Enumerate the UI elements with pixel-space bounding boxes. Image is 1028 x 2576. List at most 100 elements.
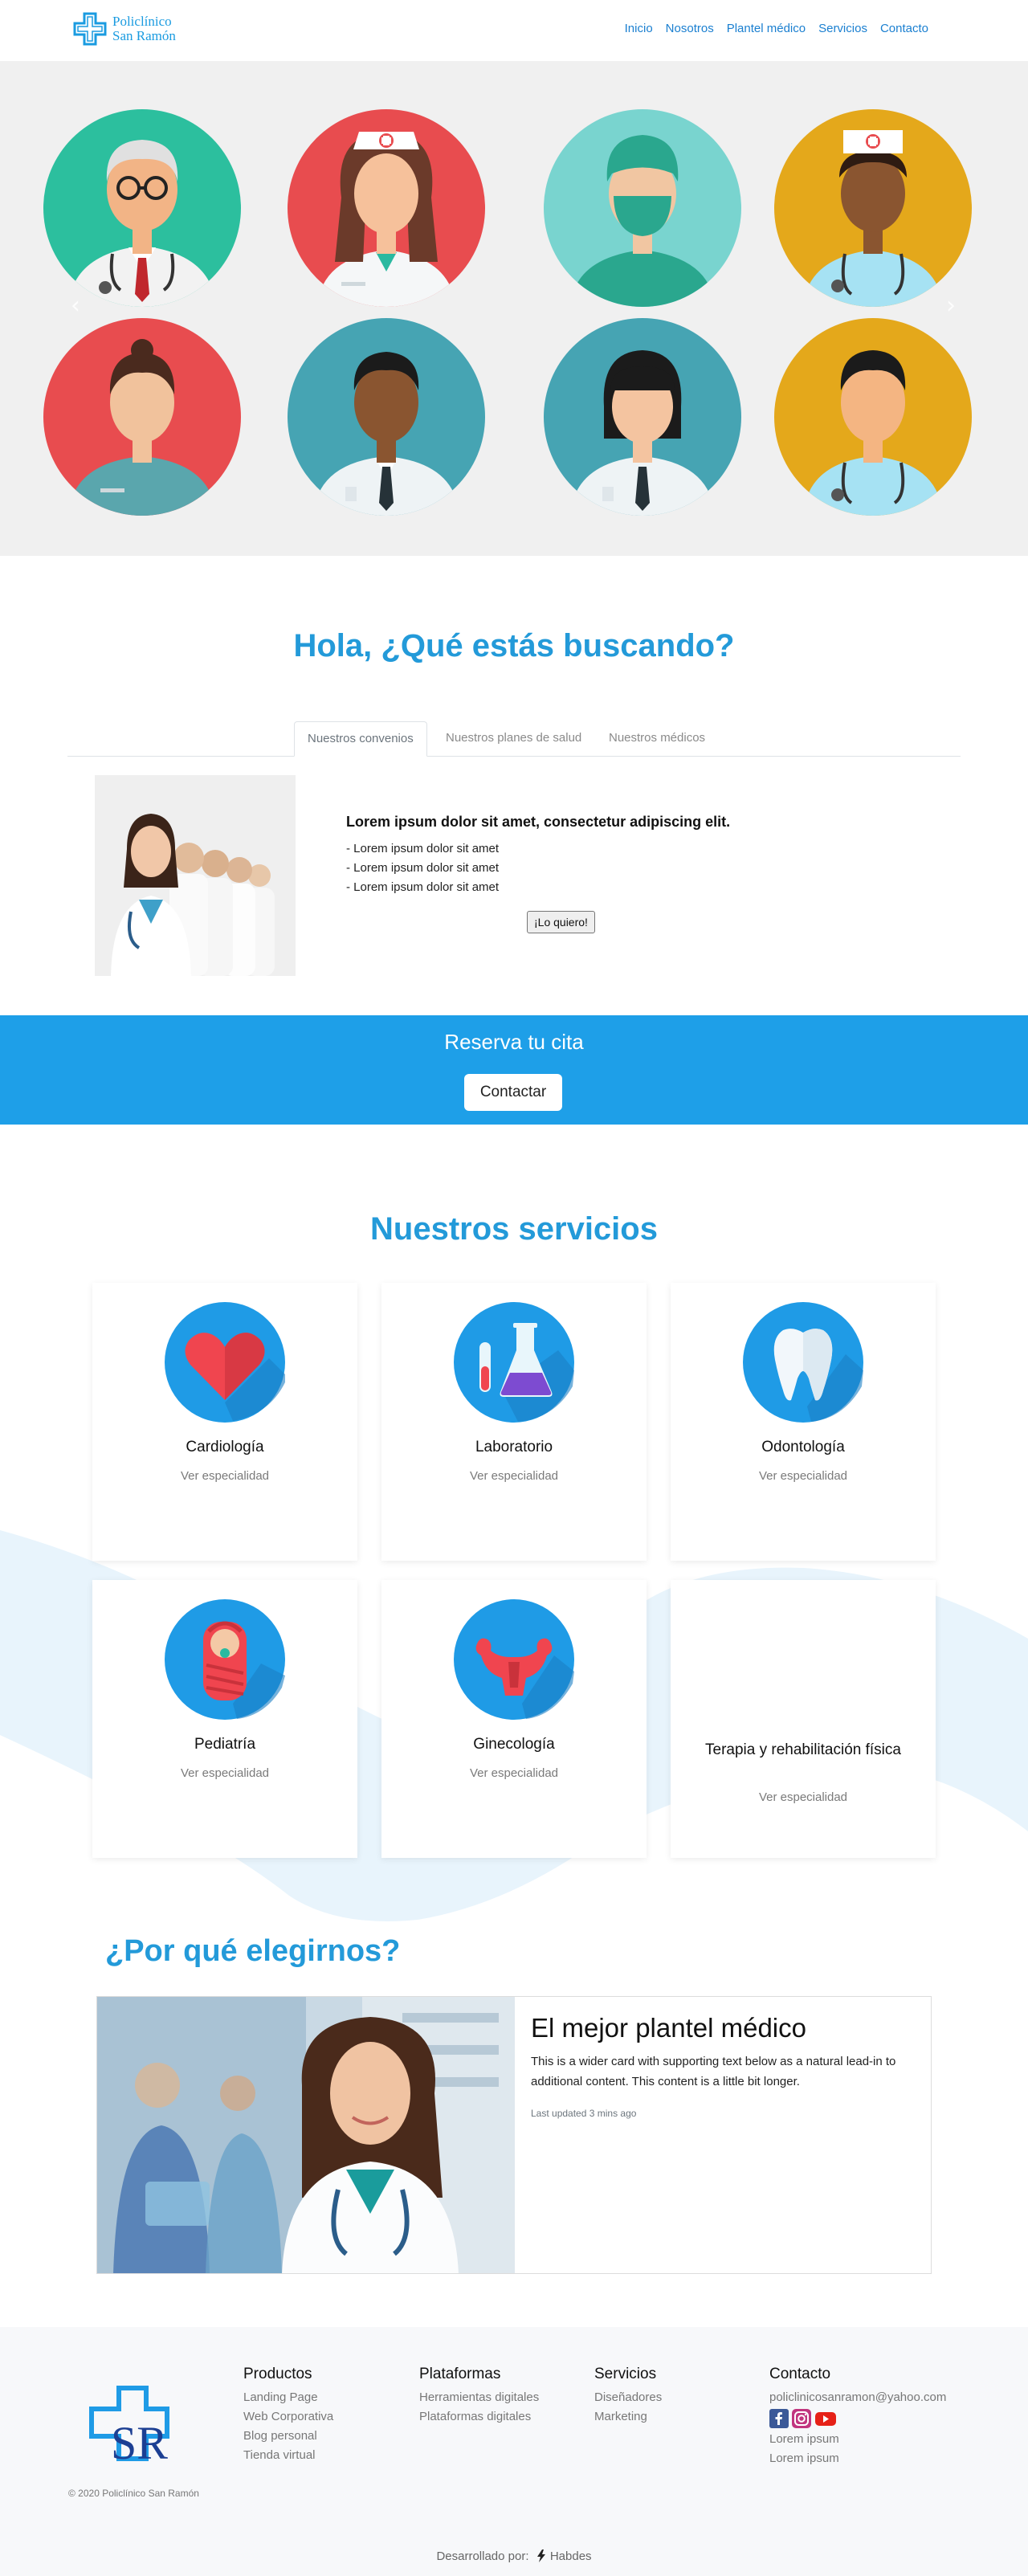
navbar: Policlínico San Ramón Inicio Nosotros Pl… (0, 0, 1028, 61)
why-card: El mejor plantel médico This is a wider … (96, 1996, 932, 2274)
contact-line: Lorem ipsum (769, 2451, 839, 2465)
chevron-right-icon[interactable]: › (946, 292, 956, 320)
youtube-icon[interactable] (814, 2409, 837, 2428)
doctor-photo (97, 1997, 515, 2273)
footer-column-title: Plataformas (419, 2366, 501, 2382)
search-title: Hola, ¿Qué estás buscando? (293, 628, 735, 663)
service-card-odontologia[interactable]: Odontología Ver especialidad (671, 1283, 936, 1561)
services-title: Nuestros servicios (370, 1211, 658, 1247)
footer-link-web-corporativa[interactable]: Web Corporativa (243, 2407, 333, 2427)
avatar-nurse-dark (774, 109, 972, 307)
avatar-young-doctor (774, 318, 972, 516)
service-card-laboratorio[interactable]: Laboratorio Ver especialidad (381, 1283, 647, 1561)
brand-name: Policlínico San Ramón (112, 14, 176, 43)
brand-logo[interactable]: Policlínico San Ramón (72, 11, 176, 47)
service-link[interactable]: Ver especialidad (381, 1469, 647, 1483)
chevron-left-icon[interactable]: ‹ (71, 292, 80, 320)
footer-column-servicios: Servicios Diseñadores Marketing (594, 2366, 662, 2427)
service-title: Pediatría (194, 1736, 256, 1753)
tooth-icon (743, 1302, 863, 1423)
avatar-female-doctor (544, 318, 741, 516)
page: Policlínico San Ramón Inicio Nosotros Pl… (0, 0, 1028, 2576)
contact-line: Lorem ipsum (769, 2432, 839, 2446)
service-title: Cardiología (186, 1439, 264, 1455)
facebook-icon[interactable] (769, 2409, 789, 2428)
service-link[interactable]: Ver especialidad (671, 1469, 936, 1483)
why-card-title: El mejor plantel médico (531, 2013, 806, 2043)
lightning-icon (536, 2549, 545, 2562)
service-title: Odontología (761, 1439, 845, 1455)
dev-name[interactable]: Habdes (550, 2549, 592, 2563)
service-link[interactable]: Ver especialidad (92, 1469, 357, 1483)
footer-link-landing[interactable]: Landing Page (243, 2388, 333, 2407)
instagram-icon[interactable] (792, 2409, 811, 2428)
footer-link-marketing[interactable]: Marketing (594, 2407, 662, 2427)
medical-cross-icon (73, 12, 107, 46)
copyright: © 2020 Policlínico San Ramón (68, 2488, 199, 2499)
tab-nuestros-convenios[interactable]: Nuestros convenios (294, 721, 427, 757)
nav-item-nosotros[interactable]: Nosotros (666, 22, 714, 35)
footer-column-title: Contacto (769, 2366, 831, 2382)
footer-link-blog[interactable]: Blog personal (243, 2427, 333, 2446)
footer-link-tienda[interactable]: Tienda virtual (243, 2446, 333, 2465)
avatar-male-doctor (288, 318, 485, 516)
panel-list: - Lorem ipsum dolor sit amet - Lorem ips… (346, 839, 499, 897)
social-links (769, 2409, 946, 2428)
logo-letters: SR (111, 2417, 168, 2465)
footer-column-productos: Productos Landing Page Web Corporativa B… (243, 2366, 333, 2465)
avatar-nurse-redhead (288, 109, 485, 307)
doctors-illustration (43, 109, 972, 516)
nav-item-servicios[interactable]: Servicios (818, 22, 867, 35)
footer-column-contacto: Contacto policlinicosanramon@yahoo.com L… (769, 2366, 946, 2468)
footer: SR © 2020 Policlínico San Ramón Producto… (0, 2327, 1028, 2576)
reserve-title: Reserva tu cita (444, 1030, 584, 1054)
tab-nuestros-medicos[interactable]: Nuestros médicos (596, 721, 718, 757)
footer-link-herramientas[interactable]: Herramientas digitales (419, 2388, 539, 2407)
list-item: - Lorem ipsum dolor sit amet (346, 880, 500, 894)
footer-column-title: Servicios (594, 2366, 657, 2382)
dev-label: Desarrollado por: (436, 2549, 529, 2563)
heart-icon (165, 1302, 285, 1423)
nav-item-contacto[interactable]: Contacto (880, 22, 928, 35)
contact-button[interactable]: Contactar (464, 1074, 562, 1111)
developer-credit: Desarrollado por: Habdes (0, 2549, 1028, 2563)
service-title: Laboratorio (475, 1439, 553, 1455)
why-title: ¿Por qué elegirnos? (105, 1934, 401, 1968)
medical-team-photo (95, 775, 296, 976)
nav-item-inicio[interactable]: Inicio (625, 22, 653, 35)
why-card-updated: Last updated 3 mins ago (531, 2108, 637, 2119)
reserve-banner: Reserva tu cita Contactar (0, 1015, 1028, 1125)
avatar-woman-scrubs (43, 318, 241, 516)
footer-column-plataformas: Plataformas Herramientas digitales Plata… (419, 2366, 539, 2427)
footer-column-title: Productos (243, 2366, 312, 2382)
contact-email[interactable]: policlinicosanramon@yahoo.com (769, 2388, 946, 2407)
footer-logo[interactable]: SR (88, 2385, 185, 2465)
service-card-pediatria[interactable]: Pediatría Ver especialidad (92, 1580, 357, 1858)
tabs-nav: Nuestros convenios Nuestros planes de sa… (67, 721, 961, 757)
service-card-terapia[interactable]: Terapia y rehabilitación física Ver espe… (671, 1580, 936, 1858)
service-title: Terapia y rehabilitación física (705, 1741, 901, 1758)
list-item: - Lorem ipsum dolor sit amet (346, 861, 500, 875)
nav-item-plantel-medico[interactable]: Plantel médico (727, 22, 806, 35)
service-title: Ginecología (473, 1736, 555, 1753)
service-link[interactable]: Ver especialidad (671, 1790, 936, 1804)
service-link[interactable]: Ver especialidad (92, 1766, 357, 1780)
avatar-surgeon-masked (544, 109, 741, 307)
why-card-text: This is a wider card with supporting tex… (531, 2055, 896, 2088)
lo-quiero-button[interactable]: ¡Lo quiero! (527, 911, 595, 933)
avatar-senior-doctor (43, 109, 241, 307)
footer-link-plataformas[interactable]: Plataformas digitales (419, 2407, 539, 2427)
footer-link-disenadores[interactable]: Diseñadores (594, 2388, 662, 2407)
main-nav: Inicio Nosotros Plantel médico Servicios… (625, 22, 928, 35)
service-card-ginecologia[interactable]: Ginecología Ver especialidad (381, 1580, 647, 1858)
brand-name-line2: San Ramón (112, 28, 176, 43)
baby-icon (165, 1599, 285, 1720)
flask-icon (454, 1302, 574, 1423)
hero-carousel: ‹ › (0, 61, 1028, 556)
tab-planes-de-salud[interactable]: Nuestros planes de salud (433, 721, 594, 757)
brand-name-line1: Policlínico (112, 14, 172, 29)
list-item: - Lorem ipsum dolor sit amet (346, 842, 500, 855)
service-link[interactable]: Ver especialidad (381, 1766, 647, 1780)
uterus-icon (454, 1599, 574, 1720)
service-card-cardiologia[interactable]: Cardiología Ver especialidad (92, 1283, 357, 1561)
